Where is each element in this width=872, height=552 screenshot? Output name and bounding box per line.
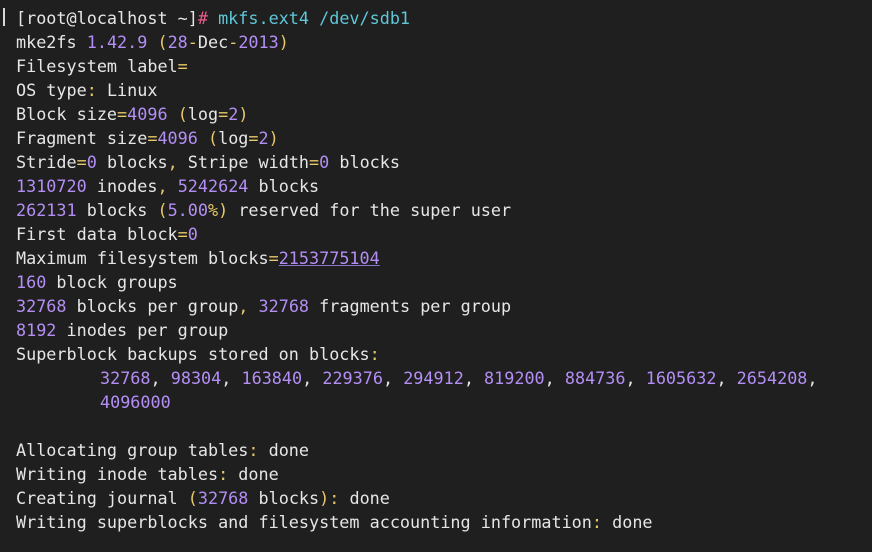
os-type-label: OS type: [16, 80, 87, 100]
per-group-line: 32768 blocks per group, 32768 fragments …: [16, 296, 512, 316]
backup-block: 229376: [322, 368, 383, 388]
fs-label: Filesystem label: [16, 56, 178, 76]
backup-block: 163840: [241, 368, 303, 388]
block-size-label: Block size: [16, 104, 118, 124]
backup-block: 819200: [484, 368, 545, 388]
stripe-width-value: 0: [319, 152, 330, 172]
max-fs-blocks-line: Maximum filesystem blocks=2153775104: [16, 248, 380, 268]
journal-blocks: 32768: [197, 488, 249, 508]
inodes-blocks-line: 1310720 inodes, 5242624 blocks: [16, 176, 320, 196]
version-date-year: 2013: [238, 32, 279, 52]
reserved-percent: 5.00: [167, 200, 208, 220]
writing-inode-line: Writing inode tables: done: [16, 464, 279, 484]
allocating-label: Allocating group tables: [16, 440, 249, 460]
backup-block: 2654208: [736, 368, 808, 388]
superblock-backups-values-1: 32768, 98304, 163840, 229376, 294912, 81…: [100, 368, 818, 388]
fragment-size-label: Fragment size: [16, 128, 148, 148]
journal-blocks-label: blocks: [258, 488, 320, 508]
prompt-command: mkfs.ext4 /dev/sdb1: [218, 8, 411, 28]
reserved-line: 262131 blocks (5.00%) reserved for the s…: [16, 200, 512, 220]
creating-journal-status: done: [349, 488, 390, 508]
block-size-line: Block size=4096 (log=2): [16, 104, 249, 124]
fs-label-line: Filesystem label=: [16, 56, 188, 76]
superblock-backups-values-2: 4096000: [16, 390, 872, 414]
block-groups-label: block groups: [56, 272, 178, 292]
reserved-text: reserved for the super user: [238, 200, 512, 220]
writing-superblocks-label: Writing superblocks and filesystem accou…: [16, 512, 592, 532]
stride-line: Stride=0 blocks, Stripe width=0 blocks: [16, 152, 400, 172]
stride-label: Stride: [16, 152, 77, 172]
writing-superblocks-line: Writing superblocks and filesystem accou…: [16, 512, 653, 532]
fragments-per-group-label: fragments per group: [319, 296, 512, 316]
backup-block: 4096000: [100, 392, 171, 412]
fragment-size-log-label: log: [218, 128, 249, 148]
creating-journal-line: Creating journal (32768 blocks): done: [16, 488, 390, 508]
blocks-per-group-label: blocks per group: [76, 296, 239, 316]
max-fs-blocks-label: Maximum filesystem blocks: [16, 248, 269, 268]
stride-unit: blocks: [106, 152, 168, 172]
prompt-hash: #: [197, 8, 208, 28]
superblock-backups-line: Superblock backups stored on blocks:: [16, 344, 380, 364]
prompt-user-host: [root@localhost ~]: [16, 8, 198, 28]
version-number: 1.42.9: [86, 32, 148, 52]
backup-block: 32768: [100, 368, 151, 388]
first-data-block-label: First data block: [16, 224, 178, 244]
allocating-status: done: [268, 440, 310, 460]
version-name: mke2fs: [16, 32, 77, 52]
os-type-line: OS type: Linux: [16, 80, 158, 100]
block-groups-line: 160 block groups: [16, 270, 872, 294]
os-type-value: Linux: [106, 80, 158, 100]
block-size-log-label: log: [187, 104, 219, 124]
writing-inode-label: Writing inode tables: [16, 464, 219, 484]
max-fs-blocks-value[interactable]: 2153775104: [279, 248, 380, 268]
stride-value: 0: [86, 152, 97, 172]
blocks-count: 5242624: [177, 176, 249, 196]
inodes-per-group-line: 8192 inodes per group: [16, 318, 872, 342]
inodes-label: inodes: [96, 176, 158, 196]
block-size-log-value: 2: [228, 104, 239, 124]
version-date-day: 28: [167, 32, 188, 52]
reserved-blocks: 262131: [16, 200, 77, 220]
writing-superblocks-status: done: [612, 512, 653, 532]
backup-block: 294912: [403, 368, 464, 388]
inodes-per-group-value: 8192: [16, 320, 57, 340]
backup-block: 1605632: [645, 368, 717, 388]
backup-block: 98304: [170, 368, 222, 388]
reserved-blocks-label: blocks: [86, 200, 148, 220]
superblock-backups-label: Superblock backups stored on blocks: [16, 344, 370, 364]
fragments-per-group: 32768: [258, 296, 310, 316]
block-size-value: 4096: [127, 104, 168, 124]
backup-block: 884736: [564, 368, 626, 388]
first-data-block-value: 0: [187, 224, 198, 244]
version-line: mke2fs 1.42.9 (28-Dec-2013): [16, 32, 289, 52]
fragment-size-value: 4096: [157, 128, 198, 148]
first-data-block-line: First data block=0: [16, 224, 198, 244]
stripe-width-label: Stripe width: [187, 152, 310, 172]
creating-journal-label: Creating journal: [16, 488, 178, 508]
writing-inode-status: done: [238, 464, 279, 484]
prompt-line: [root@localhost ~]# mkfs.ext4 /dev/sdb1: [16, 6, 872, 30]
gutter-marker: [3, 8, 5, 26]
terminal-window[interactable]: [root@localhost ~]# mkfs.ext4 /dev/sdb1 …: [0, 0, 872, 552]
terminal-output: [root@localhost ~]# mkfs.ext4 /dev/sdb1 …: [16, 6, 872, 534]
blocks-label: blocks: [258, 176, 320, 196]
inodes-count: 1310720: [16, 176, 87, 196]
fragment-size-log-value: 2: [258, 128, 269, 148]
stripe-width-unit: blocks: [339, 152, 400, 172]
fragment-size-line: Fragment size=4096 (log=2): [16, 128, 279, 148]
blocks-per-group: 32768: [16, 296, 67, 316]
block-groups-count: 160: [16, 272, 47, 292]
version-date-month: Dec: [197, 32, 229, 52]
inodes-per-group-label: inodes per group: [66, 320, 229, 340]
allocating-line: Allocating group tables: done: [16, 440, 310, 460]
